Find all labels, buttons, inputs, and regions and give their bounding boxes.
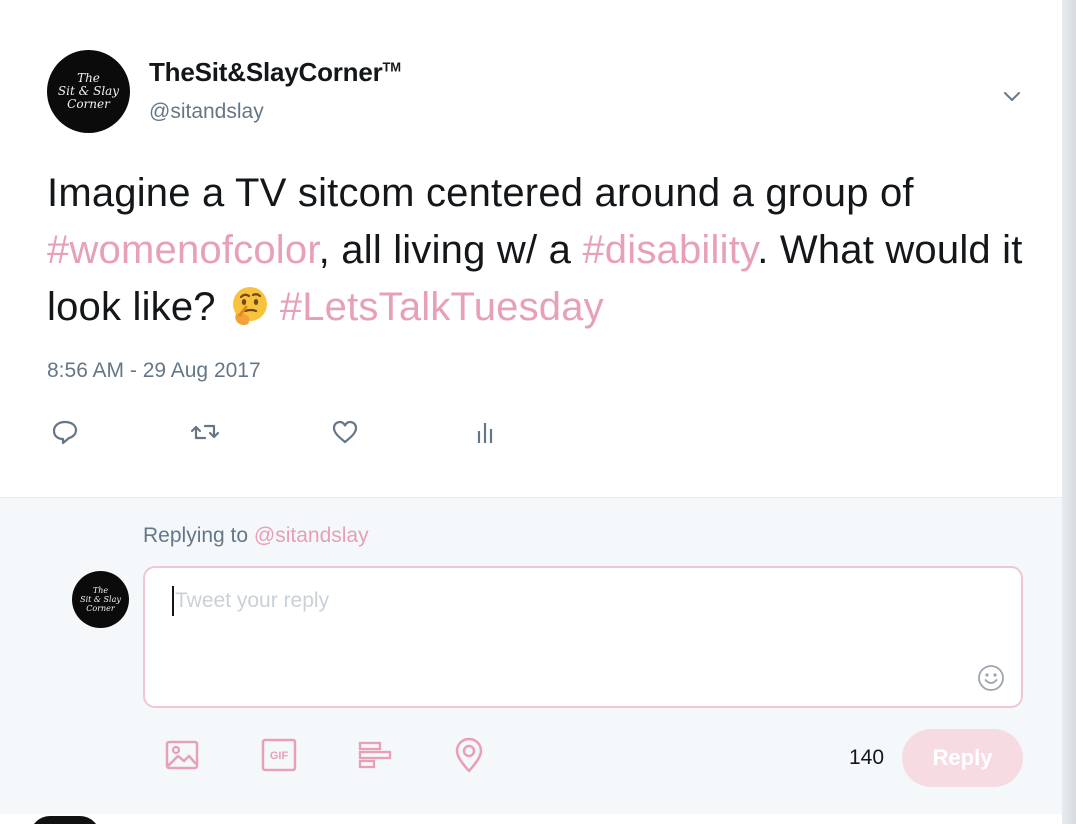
reply-button[interactable]: Reply — [902, 729, 1023, 787]
replying-to-label: Replying to — [143, 524, 249, 547]
thinking-face-emoji — [232, 287, 267, 326]
tweet-card: The Sit & Slay Corner TheSit&SlayCornerT… — [0, 0, 1062, 497]
replying-to: Replying to @sitandslay — [143, 524, 369, 548]
image-icon[interactable] — [164, 737, 200, 773]
character-counter: 140 — [849, 746, 885, 769]
tweet-text: Imagine a TV sitcom centered around a gr… — [47, 165, 1037, 336]
svg-text:GIF: GIF — [270, 750, 289, 762]
hashtag-womenofcolor[interactable]: #womenofcolor — [47, 228, 319, 272]
retweet-icon[interactable] — [190, 417, 220, 447]
trademark: TM — [382, 59, 402, 75]
text-caret — [172, 586, 174, 616]
window-edge — [1061, 0, 1076, 824]
chevron-down-icon[interactable] — [1001, 86, 1023, 108]
gif-icon[interactable]: GIF — [261, 737, 297, 773]
reply-icon[interactable] — [50, 417, 80, 447]
reply-input[interactable] — [143, 566, 1023, 708]
handle[interactable]: @sitandslay — [149, 100, 264, 124]
timestamp[interactable]: 8:56 AM - 29 Aug 2017 — [47, 359, 261, 383]
avatar-text-3: Corner — [67, 97, 110, 111]
location-icon[interactable] — [451, 737, 487, 773]
poll-icon[interactable] — [357, 737, 393, 773]
next-avatar — [30, 816, 100, 824]
analytics-icon[interactable] — [470, 417, 500, 447]
avatar-text-1: The — [92, 586, 109, 595]
composer-avatar: The Sit & Slay Corner — [72, 571, 129, 628]
display-name[interactable]: TheSit&SlayCornerTM — [149, 57, 401, 88]
tweet-text-part: Imagine a TV sitcom centered around a gr… — [47, 171, 914, 215]
avatar[interactable]: The Sit & Slay Corner — [47, 50, 130, 133]
next-tweet-peek — [0, 814, 1062, 824]
reply-placeholder: Tweet your reply — [175, 589, 330, 612]
hashtag-letstalktuesday[interactable]: #LetsTalkTuesday — [280, 285, 604, 329]
hashtag-disability[interactable]: #disability — [582, 228, 757, 272]
replying-to-handle[interactable]: @sitandslay — [254, 524, 369, 547]
tweet-text-part: , all living w/ a — [318, 228, 583, 272]
avatar-text-2: Sit & Slay — [80, 595, 121, 604]
like-icon[interactable] — [330, 417, 360, 447]
display-name-text: TheSit&SlayCorner — [149, 57, 383, 87]
avatar-text-3: Corner — [86, 604, 115, 613]
emoji-picker-icon[interactable] — [976, 663, 1006, 693]
